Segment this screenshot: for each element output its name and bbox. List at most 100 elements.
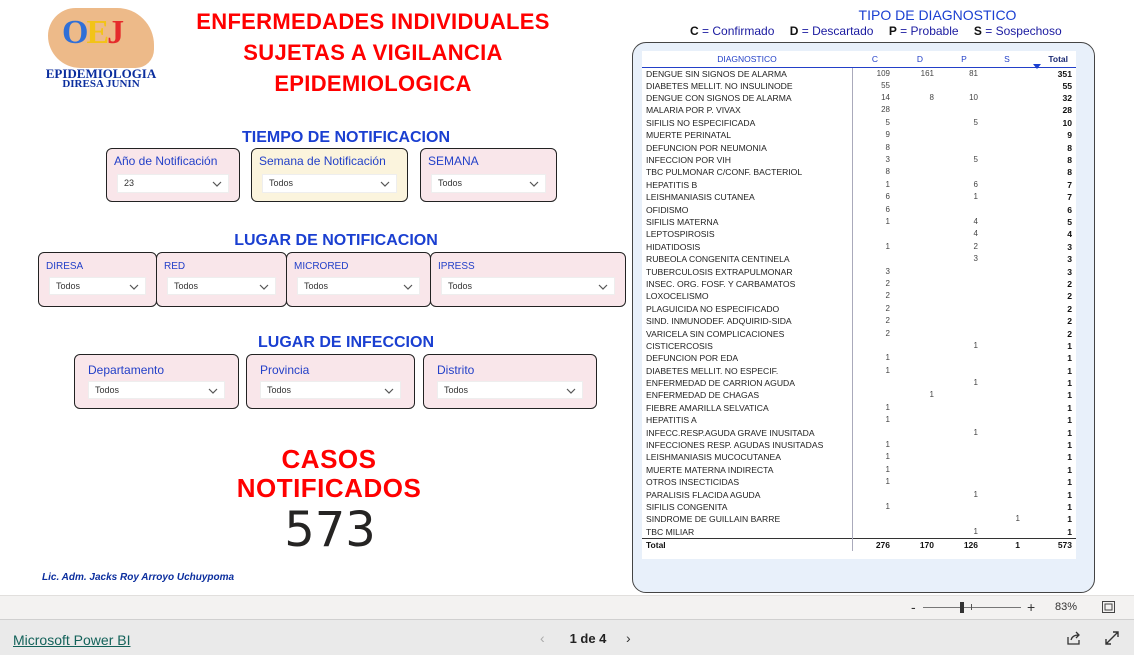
table-row[interactable]: TBC PULMONAR C/CONF. BACTERIOL 8 8 — [642, 166, 1076, 179]
slicer-label: Provincia — [260, 363, 310, 377]
cell-s — [986, 80, 1028, 92]
slicer-provincia[interactable]: Provincia Todos — [246, 354, 415, 409]
column-header-c[interactable]: C — [852, 51, 898, 68]
slicer-ipress[interactable]: IPRESS Todos — [430, 252, 626, 307]
table-row[interactable]: ENFERMEDAD DE CHAGAS 1 1 — [642, 389, 1076, 402]
column-header-p[interactable]: P — [942, 51, 986, 68]
table-row[interactable]: LEISHMANIASIS CUTANEA 6 1 7 — [642, 191, 1076, 204]
chevron-down-icon — [380, 181, 390, 187]
table-row[interactable]: LOXOCELISMO 2 2 — [642, 290, 1076, 303]
table-row[interactable]: OTROS INSECTICIDAS 1 1 — [642, 476, 1076, 489]
table-row[interactable]: LEPTOSPIROSIS 4 4 — [642, 228, 1076, 241]
cell-c: 1 — [885, 440, 890, 450]
cell-total: 2 — [1067, 291, 1072, 302]
slicer-departamento[interactable]: Departamento Todos — [74, 354, 239, 409]
power-bi-link[interactable]: Microsoft Power BI — [13, 632, 130, 648]
slicer-dropdown[interactable]: Todos — [262, 174, 397, 193]
table-row[interactable]: RUBEOLA CONGENITA CENTINELA 3 3 — [642, 252, 1076, 266]
table-row[interactable]: OFIDISMO 6 6 — [642, 203, 1076, 216]
table-row[interactable]: INSEC. ORG. FOSF. Y CARBAMATOS 2 2 — [642, 277, 1076, 291]
slicer-dropdown[interactable]: 23 — [117, 174, 229, 193]
fullscreen-icon[interactable] — [1104, 630, 1120, 646]
cell-diagnostico: SIFILIS CONGENITA — [642, 500, 853, 514]
table-row[interactable]: DIABETES MELLIT. NO INSULINODE 55 55 — [642, 79, 1076, 92]
table-row[interactable]: SIFILIS MATERNA 1 4 5 — [642, 215, 1076, 229]
slicer-dropdown[interactable]: Todos — [431, 174, 546, 193]
table-row[interactable]: PLAGUICIDA NO ESPECIFICADO 2 2 — [642, 302, 1076, 315]
slicer-dropdown[interactable]: Todos — [49, 277, 146, 295]
slicer-microred[interactable]: MICRORED Todos — [286, 252, 431, 307]
column-header-s[interactable]: S — [986, 51, 1028, 68]
cell-p — [942, 364, 986, 376]
table-row[interactable]: LEISHMANIASIS MUCOCUTANEA 1 1 — [642, 451, 1076, 464]
table-row[interactable]: SIFILIS NO ESPECIFICADA 5 5 10 — [642, 116, 1076, 130]
cell-total: 1 — [1067, 477, 1072, 488]
next-page-button[interactable]: › — [626, 630, 631, 646]
table-row[interactable]: VARICELA SIN COMPLICACIONES 2 2 — [642, 327, 1076, 340]
cell-diagnostico: SIFILIS MATERNA — [642, 215, 853, 229]
zoom-out-button[interactable]: - — [911, 599, 916, 615]
cell-c: 6 — [885, 204, 890, 214]
zoom-in-button[interactable]: + — [1027, 599, 1035, 615]
cell-s — [986, 179, 1028, 191]
slicer-semana-notificacion[interactable]: Semana de Notificación Todos — [251, 148, 408, 202]
slicer-dropdown[interactable]: Todos — [88, 381, 225, 399]
zoom-slider-thumb[interactable] — [960, 602, 964, 613]
table-row[interactable]: SIFILIS CONGENITA 1 1 — [642, 500, 1076, 514]
column-header-d[interactable]: D — [898, 51, 942, 68]
legend-item-s: S = Sospechoso — [973, 24, 1062, 38]
table-row[interactable]: PARALISIS FLACIDA AGUDA 1 1 — [642, 488, 1076, 501]
fit-to-page-icon[interactable] — [1102, 601, 1115, 613]
table-row[interactable]: TBC MILIAR 1 1 — [642, 525, 1076, 539]
diagnostico-matrix[interactable]: DIAGNOSTICO C D P S Total DENGUE SIN SIG… — [642, 51, 1076, 559]
slicer-diresa[interactable]: DIRESA Todos — [38, 252, 157, 307]
share-icon[interactable] — [1066, 630, 1082, 646]
table-row[interactable]: TUBERCULOSIS EXTRAPULMONAR 3 3 — [642, 265, 1076, 278]
table-row[interactable]: CISTICERCOSIS 1 1 — [642, 339, 1076, 353]
slicer-dropdown[interactable]: Todos — [297, 277, 420, 295]
slicer-dropdown[interactable]: Todos — [260, 381, 401, 399]
table-row[interactable]: MUERTE PERINATAL 9 9 — [642, 129, 1076, 142]
column-header-diagnostico[interactable]: DIAGNOSTICO — [642, 51, 852, 68]
table-row[interactable]: DEFUNCION POR NEUMONIA 8 8 — [642, 141, 1076, 154]
cell-diagnostico: LEISHMANIASIS MUCOCUTANEA — [642, 451, 853, 464]
table-row[interactable]: INFECCION POR VIH 3 5 8 — [642, 153, 1076, 167]
cell-s — [986, 154, 1028, 166]
slicer-semana[interactable]: SEMANA Todos — [420, 148, 557, 202]
cell-diagnostico: DIABETES MELLIT. NO INSULINODE — [642, 79, 853, 92]
table-row[interactable]: HEPATITIS B 1 6 7 — [642, 178, 1076, 192]
table-row[interactable]: SIND. INMUNODEF. ADQUIRID-SIDA 2 2 — [642, 314, 1076, 328]
cell-diagnostico: DIABETES MELLIT. NO ESPECIF. — [642, 364, 853, 377]
cell-c — [852, 426, 898, 438]
table-row[interactable]: DENGUE SIN SIGNOS DE ALARMA 109 161 81 351 — [642, 67, 1076, 80]
table-row[interactable]: FIEBRE AMARILLA SELVATICA 1 1 — [642, 401, 1076, 415]
slicer-dropdown[interactable]: Todos — [437, 381, 583, 399]
zoom-slider-tick — [971, 604, 972, 610]
table-row[interactable]: SINDROME DE GUILLAIN BARRE 1 1 — [642, 513, 1076, 526]
previous-page-button[interactable]: ‹ — [540, 630, 545, 646]
table-row[interactable]: INFECCIONES RESP. AGUDAS INUSITADAS 1 1 — [642, 438, 1076, 452]
table-row[interactable]: MUERTE MATERNA INDIRECTA 1 1 — [642, 463, 1076, 476]
slicer-distrito[interactable]: Distrito Todos — [423, 354, 597, 409]
table-row[interactable]: DENGUE CON SIGNOS DE ALARMA 14 8 10 32 — [642, 91, 1076, 105]
slicer-dropdown[interactable]: Todos — [441, 277, 615, 295]
zoom-slider-track[interactable] — [923, 607, 1021, 608]
slicer-dropdown[interactable]: Todos — [167, 277, 276, 295]
slicer-red[interactable]: RED Todos — [156, 252, 287, 307]
title-line-3: EPIDEMIOLOGICA — [274, 71, 472, 96]
cell-d — [898, 154, 942, 166]
slicer-anio-notificacion[interactable]: Año de Notificación 23 — [106, 148, 240, 202]
cell-d — [898, 203, 942, 215]
table-row[interactable]: ENFERMEDAD DE CARRION AGUDA 1 1 — [642, 376, 1076, 390]
table-row[interactable]: MALARIA POR P. VIVAX 28 28 — [642, 104, 1076, 117]
footer-bar: Microsoft Power BI ‹ 1 de 4 › — [0, 619, 1134, 655]
table-row[interactable]: HEPATITIS A 1 1 — [642, 414, 1076, 427]
table-row[interactable]: DEFUNCION POR EDA 1 1 — [642, 352, 1076, 365]
cell-p — [942, 129, 986, 141]
table-row[interactable]: INFECC.RESP.AGUDA GRAVE INUSITADA 1 1 — [642, 426, 1076, 439]
total-c: 276 — [852, 537, 898, 551]
cell-s — [986, 402, 1028, 414]
cell-c: 55 — [881, 80, 890, 90]
table-row[interactable]: HIDATIDOSIS 1 2 3 — [642, 240, 1076, 253]
table-row[interactable]: DIABETES MELLIT. NO ESPECIF. 1 1 — [642, 364, 1076, 377]
